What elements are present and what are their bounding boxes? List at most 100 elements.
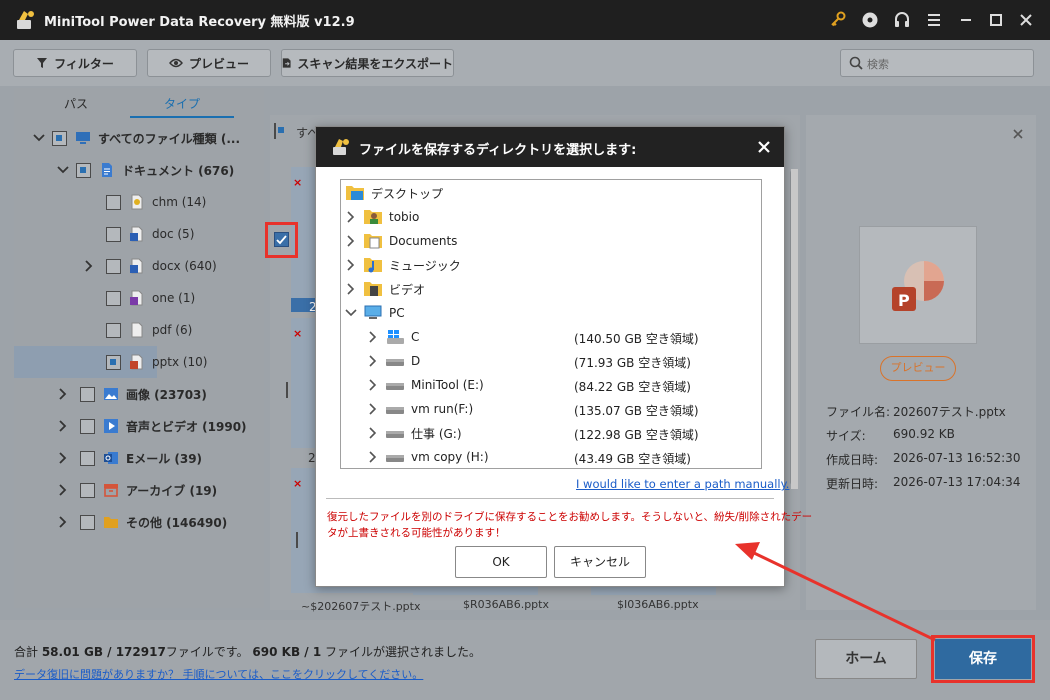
chevron-down-icon[interactable]: [32, 131, 46, 145]
tree-item-pdf[interactable]: pdf (6): [14, 314, 264, 346]
deleted-mark-icon: ×: [293, 176, 303, 189]
chevron-right-icon[interactable]: [345, 211, 357, 223]
tab-type[interactable]: タイプ: [130, 92, 234, 118]
tree-item-other[interactable]: その他 (146490): [14, 506, 264, 538]
search-input[interactable]: [867, 56, 1027, 72]
tree-item-doc[interactable]: doc (5): [14, 218, 264, 250]
tree-item-images[interactable]: 画像 (23703): [14, 378, 264, 410]
chevron-right-icon[interactable]: [367, 427, 379, 439]
chevron-right-icon[interactable]: [56, 387, 70, 401]
tree-label: 音声とビデオ (1990): [126, 419, 247, 434]
file-name: $R036AB6.pptx: [463, 598, 549, 611]
chevron-right-icon[interactable]: [367, 451, 379, 463]
home-button[interactable]: ホーム: [815, 639, 917, 679]
checkbox[interactable]: [106, 226, 121, 242]
chevron-right-icon[interactable]: [56, 451, 70, 465]
file-checkbox[interactable]: [296, 532, 298, 548]
title-bar: MiniTool Power Data Recovery 無料版 v12.9: [0, 0, 1050, 40]
eye-icon: [169, 58, 183, 68]
checkbox[interactable]: [52, 130, 67, 146]
checkbox[interactable]: [76, 162, 91, 178]
checkbox[interactable]: [106, 194, 121, 210]
chevron-right-icon[interactable]: [345, 259, 357, 271]
headset-icon[interactable]: [893, 11, 911, 29]
drive-item[interactable]: vm copy (H:): [367, 445, 489, 468]
manual-path-link[interactable]: I would like to enter a path manually.: [576, 477, 789, 491]
powerpoint-file-icon: [130, 354, 143, 370]
filter-button[interactable]: フィルター: [13, 49, 137, 77]
tree-item-archive[interactable]: アーカイブ (19): [14, 474, 264, 506]
tree-item-documents[interactable]: Documents: [345, 229, 457, 253]
tree-item-music[interactable]: ミュージック: [345, 253, 461, 277]
save-button[interactable]: 保存: [935, 639, 1031, 679]
chevron-right-icon[interactable]: [345, 235, 357, 247]
drive-item[interactable]: D: [367, 349, 420, 373]
checkbox[interactable]: [106, 354, 121, 370]
checkbox[interactable]: [80, 450, 95, 466]
ok-button[interactable]: OK: [455, 546, 547, 578]
drive-item[interactable]: C: [367, 325, 419, 349]
select-all-checkbox[interactable]: [274, 123, 276, 139]
tree-item-pptx[interactable]: pptx (10): [14, 346, 208, 378]
checkbox[interactable]: [80, 418, 95, 434]
tree-item-all[interactable]: すべてのファイル種類 (...: [14, 122, 264, 154]
tree-label: 画像 (23703): [126, 387, 207, 402]
checkbox[interactable]: [106, 322, 121, 338]
cancel-button[interactable]: キャンセル: [554, 546, 646, 578]
close-icon[interactable]: [1017, 11, 1035, 29]
drive-free-space: (135.07 GB 空き領域): [574, 404, 699, 418]
tree-item-one[interactable]: one (1): [14, 282, 264, 314]
tree-item-audio-video[interactable]: 音声とビデオ (1990): [14, 410, 264, 442]
chevron-right-icon[interactable]: [56, 419, 70, 433]
help-link[interactable]: データ復旧に問題がありますか？ 手順については、ここをクリックしてください。: [14, 666, 423, 682]
tree-label: ドキュメント (676): [122, 163, 235, 178]
minimize-icon[interactable]: [957, 11, 975, 29]
drive-icon: [386, 383, 404, 390]
checkbox[interactable]: [106, 290, 121, 306]
close-icon[interactable]: [756, 139, 772, 155]
tab-path[interactable]: パス: [34, 92, 118, 118]
menu-icon[interactable]: [925, 11, 943, 29]
key-icon[interactable]: [829, 11, 847, 29]
chevron-right-icon[interactable]: [82, 259, 96, 273]
chevron-right-icon[interactable]: [56, 515, 70, 529]
tree-label: tobio: [389, 210, 420, 224]
dialog-scrollbar[interactable]: [791, 169, 798, 489]
checkbox[interactable]: [106, 258, 121, 274]
chevron-right-icon[interactable]: [367, 355, 379, 367]
warning-message: 復元したファイルを別のドライブに保存することをお勧めします。そうしないと、紛失/…: [327, 509, 812, 541]
export-label: スキャン結果をエクスポート: [297, 56, 453, 71]
tree-item-pc[interactable]: PC: [345, 301, 405, 325]
file-checkbox[interactable]: [286, 382, 288, 398]
drive-name: D: [411, 354, 421, 368]
chevron-right-icon[interactable]: [56, 483, 70, 497]
preview-button[interactable]: プレビュー: [147, 49, 271, 77]
chevron-right-icon[interactable]: [367, 379, 379, 391]
tree-item-video[interactable]: ビデオ: [345, 277, 425, 301]
disc-icon[interactable]: [861, 11, 879, 29]
maximize-icon[interactable]: [987, 11, 1005, 29]
chevron-down-icon[interactable]: [56, 163, 70, 177]
search-box[interactable]: [840, 49, 1034, 77]
drive-item[interactable]: 仕事 (G:): [367, 421, 462, 445]
chevron-right-icon[interactable]: [367, 403, 379, 415]
chevron-right-icon[interactable]: [367, 331, 379, 343]
tree-item-desktop[interactable]: デスクトップ: [345, 181, 443, 205]
drive-item[interactable]: vm run(F:): [367, 397, 473, 421]
tree-label: doc (5): [152, 227, 195, 241]
file-checkbox-checked[interactable]: [274, 232, 289, 247]
tree-item-tobio[interactable]: tobio: [345, 205, 419, 229]
tree-item-chm[interactable]: chm (14): [14, 186, 264, 218]
close-preview-icon[interactable]: [1011, 127, 1025, 141]
chevron-right-icon[interactable]: [345, 283, 357, 295]
drive-item[interactable]: MiniTool (E:): [367, 373, 484, 397]
checkbox[interactable]: [80, 482, 95, 498]
tree-item-docx[interactable]: docx (640): [14, 250, 264, 282]
tree-item-documents[interactable]: ドキュメント (676): [14, 154, 264, 186]
export-results-button[interactable]: スキャン結果をエクスポート: [281, 49, 454, 77]
chevron-down-icon[interactable]: [345, 307, 357, 319]
tree-item-email[interactable]: Eメール (39): [14, 442, 264, 474]
checkbox[interactable]: [80, 386, 95, 402]
preview-file-button[interactable]: プレビュー: [880, 356, 956, 381]
checkbox[interactable]: [80, 514, 95, 530]
